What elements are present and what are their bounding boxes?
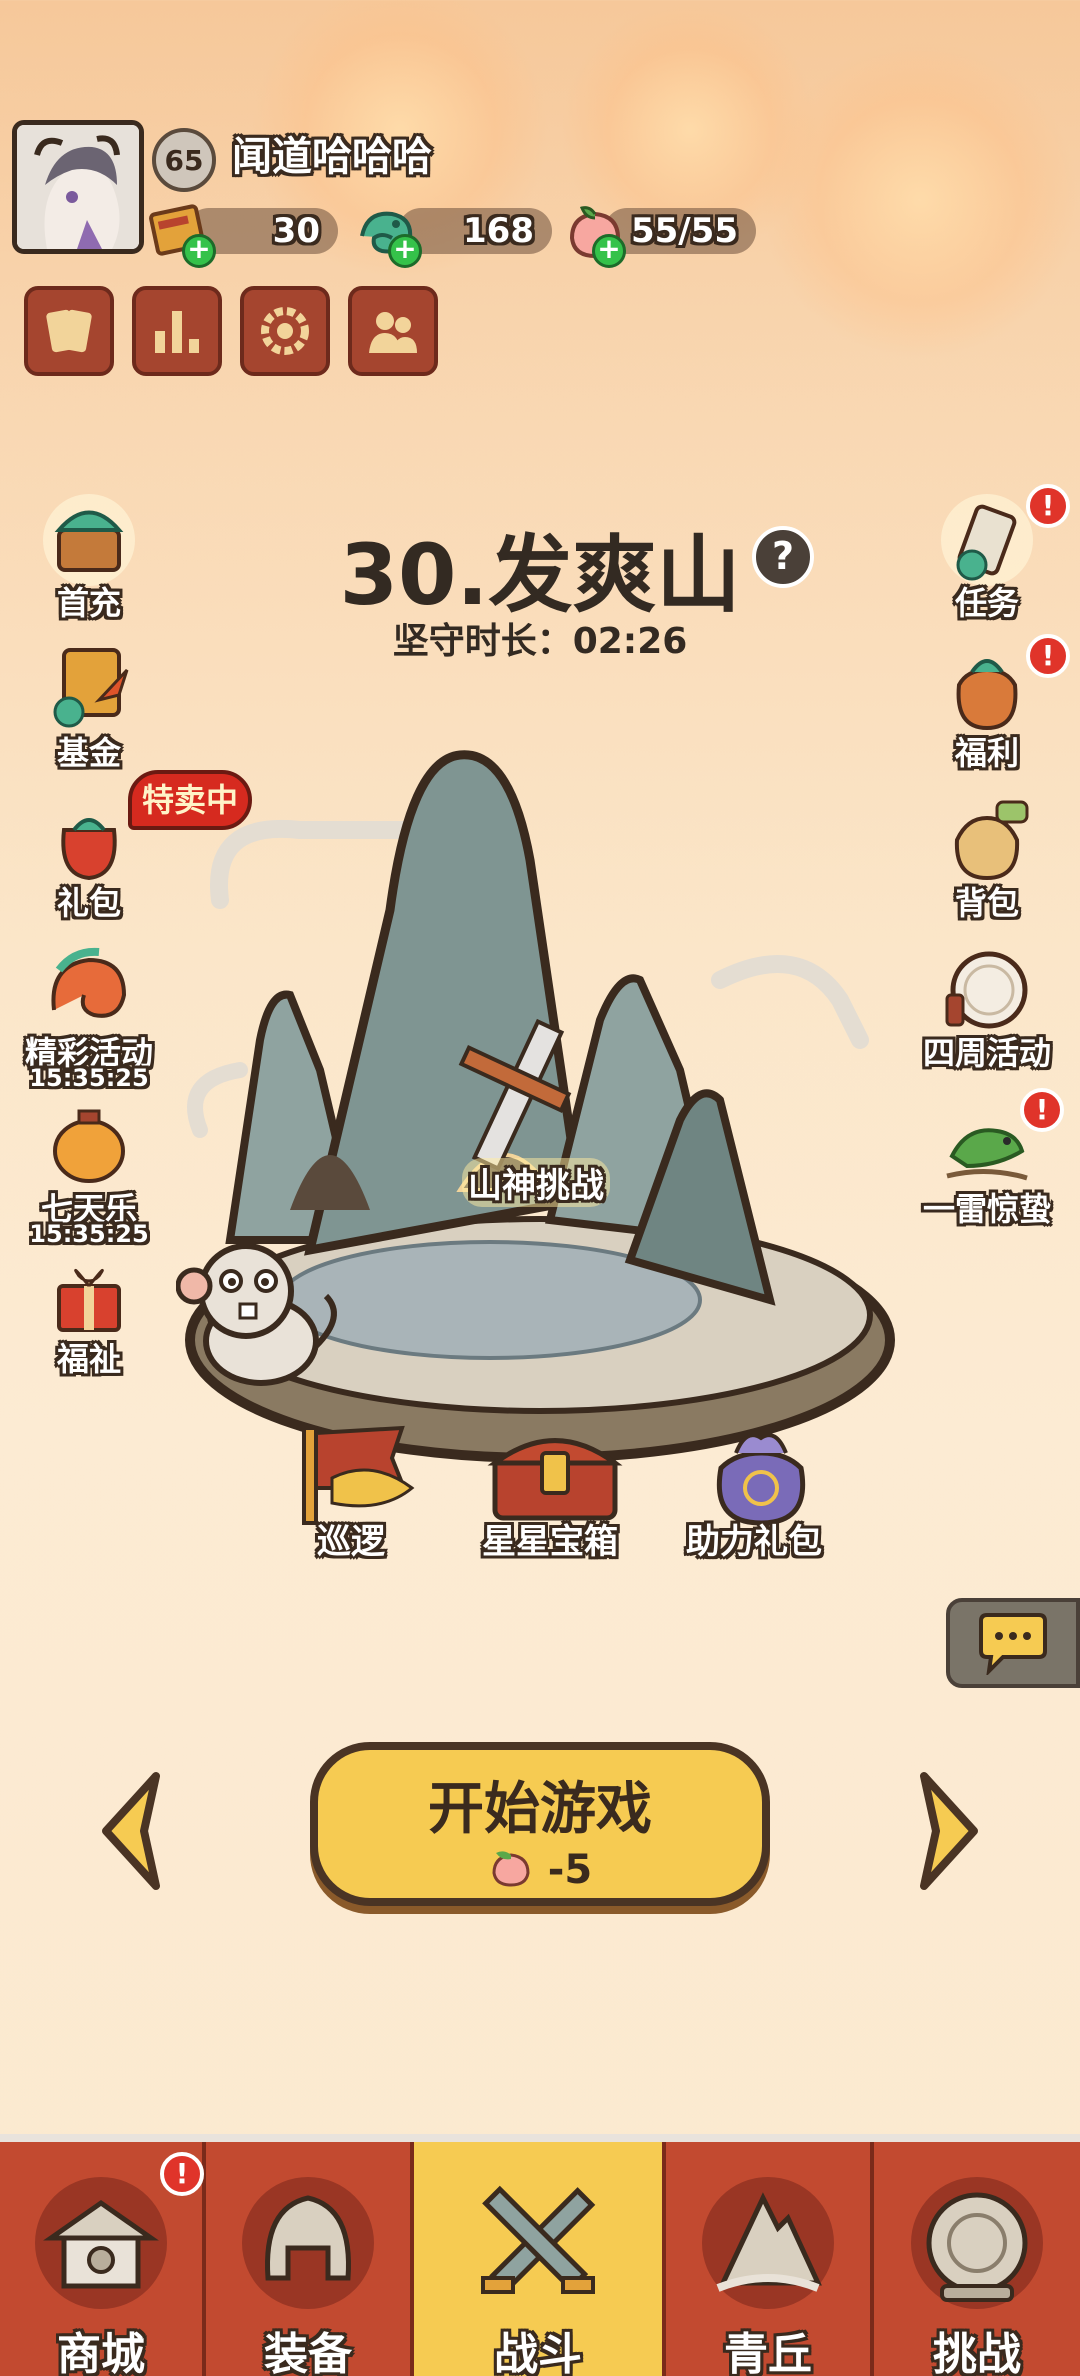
backpack-icon xyxy=(954,800,1029,881)
help-icon[interactable]: ? xyxy=(752,526,814,588)
player-avatar[interactable] xyxy=(12,120,144,254)
blessing-label: 福祉 xyxy=(56,1340,121,1378)
bottom-nav: 商城 ! 装备 战斗 青丘 挑战 xyxy=(0,2134,1080,2376)
add-stamina-button[interactable]: + xyxy=(592,234,626,268)
chat-button[interactable] xyxy=(946,1598,1080,1688)
backpack-entry[interactable]: 背包 xyxy=(912,790,1062,940)
tab-qingqiu-label: 青丘 xyxy=(724,2329,812,2376)
spring-thunder-label: 一雷惊蛰 xyxy=(922,1190,1051,1228)
start-game-button[interactable]: 开始游戏 -5 xyxy=(310,1742,770,1906)
treasure-chest-icon xyxy=(487,1438,623,1521)
tab-challenge[interactable]: 挑战 xyxy=(874,2142,1080,2376)
ranking-bars-icon xyxy=(155,311,199,353)
add-coupon-button[interactable]: + xyxy=(182,234,216,268)
bagua-orb-icon xyxy=(911,2177,1043,2309)
tab-challenge-label: 挑战 xyxy=(933,2329,1021,2376)
gift-pack-label: 礼包 xyxy=(56,884,121,922)
add-jade-button[interactable]: + xyxy=(388,234,422,268)
banner-flag-icon xyxy=(302,1425,415,1525)
player-name: 闻道哈哈哈 xyxy=(232,134,432,180)
blessing-entry[interactable]: 福祉 xyxy=(14,1246,164,1396)
player-level-badge: 65 xyxy=(152,128,216,192)
fund-entry[interactable]: 基金 xyxy=(14,640,164,790)
welfare-label: 福利 xyxy=(954,734,1019,772)
coupon-count: 30 xyxy=(272,211,320,251)
chat-bubble-icon xyxy=(979,1613,1047,1675)
previous-stage-arrow-icon[interactable] xyxy=(86,1766,166,1896)
ranking-button[interactable] xyxy=(132,286,222,376)
jade-count: 168 xyxy=(463,211,534,251)
events-timer: 15:35:25 xyxy=(29,1064,149,1092)
tab-equipment-label: 装备 xyxy=(264,2329,352,2376)
first-recharge-entry[interactable]: 首充 xyxy=(14,490,164,640)
purple-bag-icon xyxy=(716,1433,806,1526)
friends-icon xyxy=(369,312,417,353)
fund-icon xyxy=(53,648,129,728)
gift-bag-icon xyxy=(61,818,117,881)
assist-pack-label: 助力礼包 xyxy=(686,1522,822,1562)
settings-button[interactable] xyxy=(240,286,330,376)
drum-icon xyxy=(945,951,1028,1029)
mountain-challenge-button[interactable]: 山神挑战 xyxy=(462,1158,610,1207)
start-cost: -5 xyxy=(318,1847,762,1893)
tab-equipment[interactable]: 装备 xyxy=(206,2142,414,2376)
tab-qingqiu[interactable]: 青丘 xyxy=(666,2142,874,2376)
gear-icon xyxy=(261,307,309,355)
next-stage-arrow-icon[interactable] xyxy=(914,1766,994,1896)
first-recharge-chest-icon xyxy=(43,494,135,586)
weekly-events-entry[interactable]: 四周活动 xyxy=(912,940,1062,1090)
fund-label: 基金 xyxy=(56,734,121,772)
mountain-map xyxy=(185,750,895,1463)
friends-button[interactable] xyxy=(348,286,438,376)
backpack-label: 背包 xyxy=(954,884,1019,922)
start-game-label: 开始游戏 xyxy=(428,1777,652,1842)
patrol-label: 巡逻 xyxy=(317,1522,385,1562)
mountain-peak-icon xyxy=(702,2177,834,2309)
tab-shop-label: 商城 xyxy=(57,2329,145,2376)
tasks-alert-badge: ! xyxy=(1026,484,1070,528)
events-entry[interactable]: 精彩活动 15:35:25 xyxy=(14,940,164,1092)
shop-building-icon xyxy=(35,2177,167,2309)
player-level: 65 xyxy=(164,143,204,177)
welfare-alert-badge: ! xyxy=(1026,634,1070,678)
cards-button[interactable] xyxy=(24,286,114,376)
tab-battle[interactable]: 战斗 xyxy=(414,2142,666,2376)
scroll-icon xyxy=(941,494,1033,586)
seven-days-timer: 15:35:25 xyxy=(29,1220,149,1248)
patrol-button[interactable]: 巡逻 xyxy=(292,1418,432,1568)
gift-box-icon xyxy=(57,1268,121,1332)
first-recharge-label: 首充 xyxy=(56,584,121,622)
stamina-count: 55/55 xyxy=(630,211,738,251)
monkey-mascot xyxy=(176,1243,337,1386)
tab-battle-label: 战斗 xyxy=(494,2329,582,2376)
spring-thunder-alert-badge: ! xyxy=(1020,1088,1064,1132)
crossed-swords-icon xyxy=(481,2185,596,2294)
assist-pack-button[interactable]: 助力礼包 xyxy=(686,1418,836,1568)
seven-days-entry[interactable]: 七天乐 15:35:25 xyxy=(14,1096,164,1248)
star-chest-label: 星星宝箱 xyxy=(482,1522,618,1562)
lantern-icon xyxy=(53,1109,125,1183)
shop-alert-badge: ! xyxy=(160,2152,204,2196)
tasks-label: 任务 xyxy=(954,584,1019,622)
star-chest-button[interactable]: 星星宝箱 xyxy=(480,1418,630,1568)
weekly-events-label: 四周活动 xyxy=(922,1034,1051,1072)
cards-icon xyxy=(46,309,92,353)
dragon-icon xyxy=(51,947,127,1018)
start-cost-value: -5 xyxy=(547,1847,593,1893)
money-bag-icon xyxy=(956,659,1018,731)
peach-icon xyxy=(492,1851,530,1887)
helmet-icon xyxy=(242,2177,374,2309)
